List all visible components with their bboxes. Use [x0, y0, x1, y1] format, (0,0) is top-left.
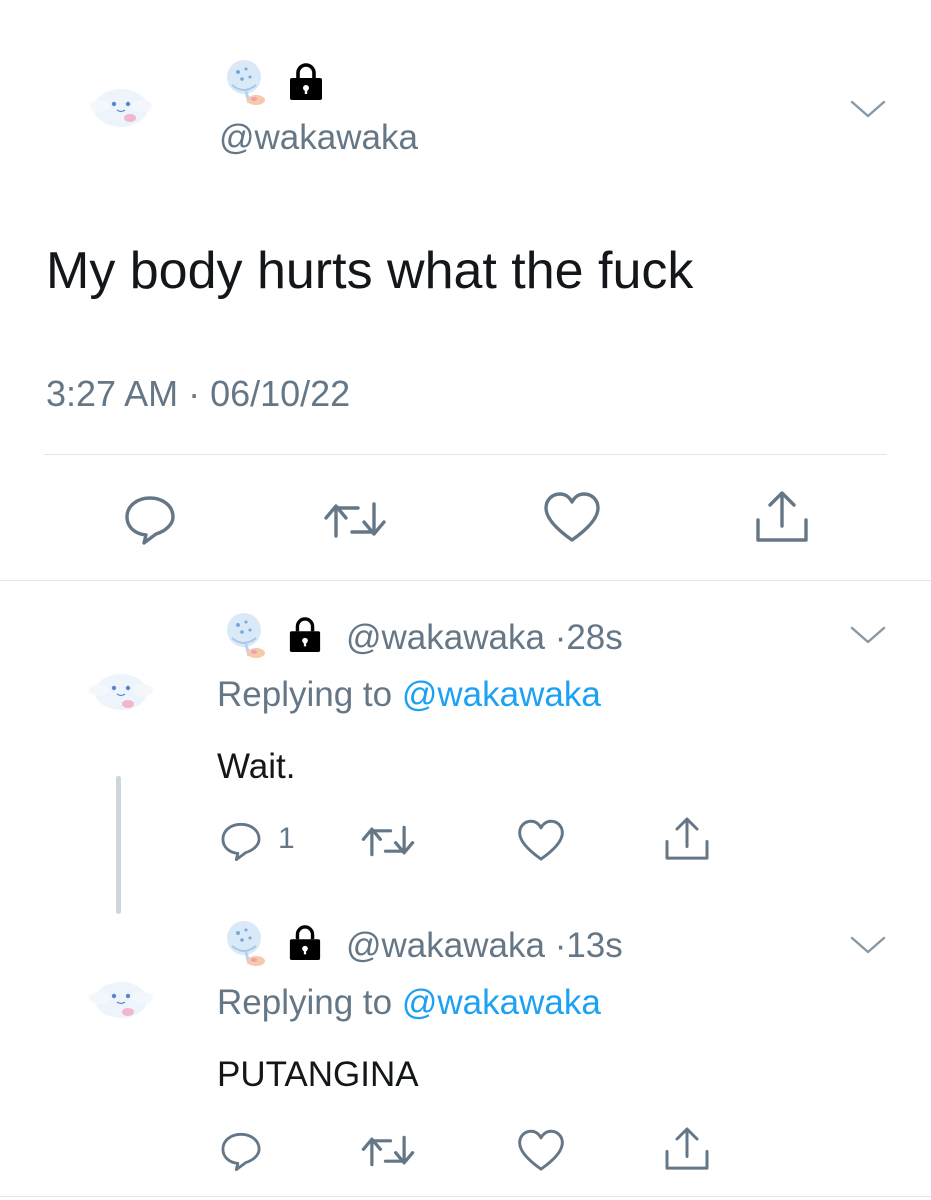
divider — [44, 454, 887, 455]
main-tweet-handle[interactable]: @wakawaka — [219, 117, 418, 159]
reply-age: 13s — [566, 926, 623, 965]
reply-icon[interactable] — [217, 818, 265, 862]
divider — [0, 580, 931, 581]
main-tweet-timestamp[interactable]: 3:27 AM · 06/10/22 — [46, 372, 350, 416]
reply-handle[interactable]: @wakawaka — [346, 618, 545, 657]
snow-globe-emoji-icon — [222, 55, 272, 110]
lock-icon — [288, 924, 322, 962]
replying-to-prefix: Replying to — [217, 983, 393, 1022]
separator-dot: · — [554, 618, 567, 657]
reply-age: 28s — [566, 618, 623, 657]
main-tweet-text: My body hurts what the fuck — [46, 242, 694, 300]
more-options-chevron-icon[interactable] — [850, 934, 886, 958]
share-icon[interactable] — [752, 488, 812, 546]
divider — [0, 1196, 931, 1197]
reply-icon[interactable] — [217, 1128, 265, 1172]
more-options-chevron-icon[interactable] — [850, 98, 886, 122]
retweet-icon[interactable] — [360, 820, 416, 862]
thread-line — [116, 776, 121, 914]
avatar[interactable] — [86, 660, 156, 722]
reply-handle[interactable]: @wakawaka — [346, 926, 545, 965]
reply-header: @wakawaka ·13s — [346, 925, 623, 967]
reply-text: PUTANGINA — [217, 1055, 419, 1094]
more-options-chevron-icon[interactable] — [850, 624, 886, 648]
reply-icon[interactable] — [120, 490, 180, 546]
replying-to-prefix: Replying to — [217, 675, 393, 714]
snow-globe-emoji-icon — [222, 916, 272, 971]
lock-icon — [288, 62, 324, 102]
like-heart-icon[interactable] — [516, 818, 566, 864]
like-heart-icon[interactable] — [516, 1128, 566, 1174]
replying-to: Replying to @wakawaka — [217, 982, 601, 1024]
reply-count: 1 — [278, 822, 295, 855]
separator-dot: · — [554, 926, 567, 965]
snow-globe-emoji-icon — [222, 608, 272, 663]
reply-text: Wait. — [217, 747, 296, 786]
reply-header: @wakawaka ·28s — [346, 617, 623, 659]
replying-to-link[interactable]: @wakawaka — [402, 983, 601, 1022]
replying-to: Replying to @wakawaka — [217, 674, 601, 716]
replying-to-link[interactable]: @wakawaka — [402, 675, 601, 714]
share-icon[interactable] — [662, 1124, 712, 1174]
share-icon[interactable] — [662, 814, 712, 864]
like-heart-icon[interactable] — [542, 490, 602, 546]
lock-icon — [288, 616, 322, 654]
retweet-icon[interactable] — [360, 1130, 416, 1172]
retweet-icon[interactable] — [322, 496, 388, 544]
avatar[interactable] — [86, 968, 156, 1030]
avatar[interactable] — [86, 70, 156, 140]
